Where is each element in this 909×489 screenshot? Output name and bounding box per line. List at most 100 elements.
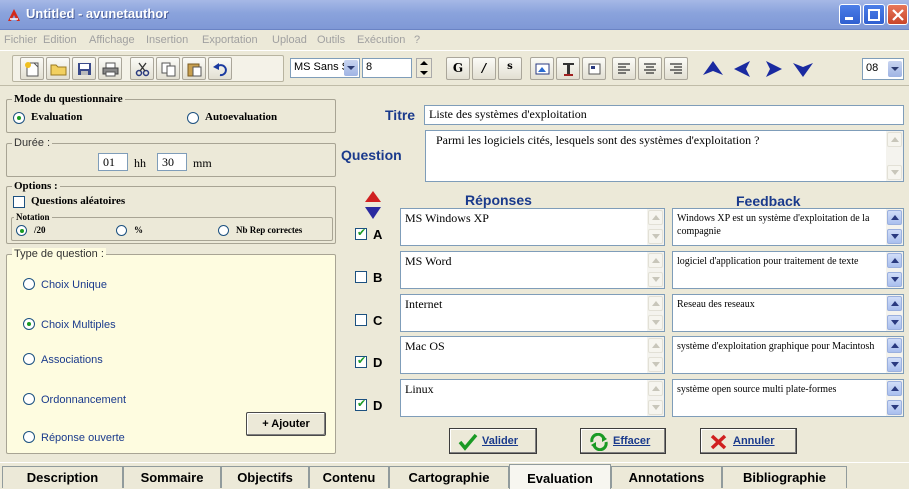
scroll-down-icon[interactable] bbox=[887, 315, 902, 330]
font-size-spinner[interactable] bbox=[416, 58, 432, 78]
radio-ordonnancement[interactable] bbox=[23, 393, 35, 405]
print-button[interactable] bbox=[98, 57, 122, 80]
scroll-down-icon[interactable] bbox=[648, 272, 663, 287]
reorder-arrows-icon[interactable] bbox=[364, 190, 382, 220]
scroll-down-icon[interactable] bbox=[648, 315, 663, 330]
ajouter-button[interactable]: + Ajouter bbox=[246, 412, 326, 436]
scroll-up-icon[interactable] bbox=[648, 296, 663, 311]
radio-associations[interactable] bbox=[23, 353, 35, 365]
scroll-up-icon[interactable] bbox=[887, 253, 902, 268]
radio-choix-unique[interactable] bbox=[23, 278, 35, 290]
scroll-up-icon[interactable] bbox=[887, 296, 902, 311]
save-button[interactable] bbox=[72, 57, 96, 80]
answer-scrollbar[interactable] bbox=[647, 209, 664, 245]
radio-reponse-ouverte[interactable] bbox=[23, 431, 35, 443]
menu-execution[interactable]: Exécution bbox=[357, 34, 405, 46]
font-size-field[interactable]: 8 bbox=[362, 58, 412, 78]
cut-button[interactable] bbox=[130, 57, 154, 80]
scroll-up-icon[interactable] bbox=[648, 210, 663, 225]
image-button[interactable] bbox=[530, 57, 554, 80]
answer-scrollbar[interactable] bbox=[647, 295, 664, 331]
menu-exportation[interactable]: Exportation bbox=[202, 34, 258, 46]
answer-checkbox[interactable] bbox=[355, 354, 367, 368]
menu-fichier[interactable]: Fichier bbox=[4, 34, 37, 46]
feedback-scrollbar[interactable] bbox=[886, 295, 903, 331]
random-questions-checkbox[interactable] bbox=[13, 196, 25, 208]
radio-autoevaluation[interactable] bbox=[187, 112, 199, 124]
align-center-button[interactable] bbox=[638, 57, 662, 80]
tab-sommaire[interactable]: Sommaire bbox=[123, 466, 221, 488]
align-left-button[interactable] bbox=[612, 57, 636, 80]
question-scrollbar[interactable] bbox=[886, 131, 903, 181]
answer-input[interactable]: Linux bbox=[400, 379, 665, 417]
scroll-up-icon[interactable] bbox=[887, 381, 902, 396]
italic-button[interactable]: / bbox=[472, 57, 496, 80]
answer-scrollbar[interactable] bbox=[647, 252, 664, 288]
answer-checkbox[interactable] bbox=[355, 271, 367, 283]
feedback-input[interactable]: Reseau des reseaux bbox=[672, 294, 904, 332]
menu-help[interactable]: ? bbox=[414, 34, 420, 46]
scroll-up-icon[interactable] bbox=[887, 338, 902, 353]
hours-field[interactable]: 01 bbox=[98, 153, 128, 171]
minutes-field[interactable]: 30 bbox=[157, 153, 187, 171]
menu-affichage[interactable]: Affichage bbox=[89, 34, 135, 46]
answer-checkbox[interactable] bbox=[355, 314, 367, 326]
arrow-left-icon[interactable] bbox=[730, 58, 756, 80]
valider-button[interactable]: Valider bbox=[449, 428, 537, 454]
tab-description[interactable]: Description bbox=[2, 466, 123, 488]
arrow-right-icon[interactable] bbox=[760, 58, 786, 80]
link-button[interactable] bbox=[582, 57, 606, 80]
scroll-down-icon[interactable] bbox=[648, 229, 663, 244]
answer-input[interactable]: Mac OS bbox=[400, 336, 665, 374]
table-button[interactable] bbox=[556, 57, 580, 80]
scroll-down-icon[interactable] bbox=[887, 165, 902, 180]
feedback-scrollbar[interactable] bbox=[886, 209, 903, 245]
close-button[interactable] bbox=[887, 4, 908, 25]
radio-evaluation[interactable] bbox=[13, 112, 25, 124]
scroll-down-icon[interactable] bbox=[887, 229, 902, 244]
arrow-up-icon[interactable] bbox=[700, 58, 726, 80]
scroll-down-icon[interactable] bbox=[887, 272, 902, 287]
radio-notation-nbrep[interactable] bbox=[218, 225, 229, 236]
title-input[interactable]: Liste des systèmes d'exploitation bbox=[424, 105, 904, 125]
bold-button[interactable]: G bbox=[446, 57, 470, 80]
paste-button[interactable] bbox=[182, 57, 206, 80]
strike-button[interactable]: s bbox=[498, 57, 522, 80]
maximize-button[interactable] bbox=[863, 4, 885, 25]
scroll-down-icon[interactable] bbox=[887, 400, 902, 415]
tab-objectifs[interactable]: Objectifs bbox=[221, 466, 309, 488]
scroll-down-icon[interactable] bbox=[887, 357, 902, 372]
answer-input[interactable]: MS Word bbox=[400, 251, 665, 289]
menu-outils[interactable]: Outils bbox=[317, 34, 345, 46]
tab-annotations[interactable]: Annotations bbox=[611, 466, 722, 488]
zoom-select[interactable]: 08 bbox=[862, 58, 904, 80]
tab-evaluation[interactable]: Evaluation bbox=[509, 464, 611, 489]
feedback-scrollbar[interactable] bbox=[886, 252, 903, 288]
scroll-down-icon[interactable] bbox=[648, 357, 663, 372]
answer-input[interactable]: Internet bbox=[400, 294, 665, 332]
menu-upload[interactable]: Upload bbox=[272, 34, 307, 46]
scroll-up-icon[interactable] bbox=[648, 338, 663, 353]
scroll-down-icon[interactable] bbox=[648, 400, 663, 415]
copy-button[interactable] bbox=[156, 57, 180, 80]
arrow-down-icon[interactable] bbox=[790, 58, 816, 80]
feedback-scrollbar[interactable] bbox=[886, 380, 903, 416]
new-button[interactable] bbox=[20, 57, 44, 80]
answer-input[interactable]: MS Windows XP bbox=[400, 208, 665, 246]
feedback-input[interactable]: Windows XP est un système d'exploitation… bbox=[672, 208, 904, 246]
tab-bibliographie[interactable]: Bibliographie bbox=[722, 466, 847, 488]
font-name-select[interactable]: MS Sans Se bbox=[290, 58, 360, 78]
tab-contenu[interactable]: Contenu bbox=[309, 466, 389, 488]
undo-button[interactable] bbox=[208, 57, 232, 80]
annuler-button[interactable]: Annuler bbox=[700, 428, 797, 454]
open-button[interactable] bbox=[46, 57, 70, 80]
radio-choix-multiples[interactable] bbox=[23, 318, 35, 330]
feedback-scrollbar[interactable] bbox=[886, 337, 903, 373]
scroll-up-icon[interactable] bbox=[648, 381, 663, 396]
feedback-input[interactable]: système open source multi plate-formes bbox=[672, 379, 904, 417]
tab-cartographie[interactable]: Cartographie bbox=[389, 466, 509, 488]
radio-notation-percent[interactable] bbox=[116, 225, 127, 236]
align-right-button[interactable] bbox=[664, 57, 688, 80]
radio-notation-20[interactable] bbox=[16, 225, 27, 236]
effacer-button[interactable]: Effacer bbox=[580, 428, 666, 454]
